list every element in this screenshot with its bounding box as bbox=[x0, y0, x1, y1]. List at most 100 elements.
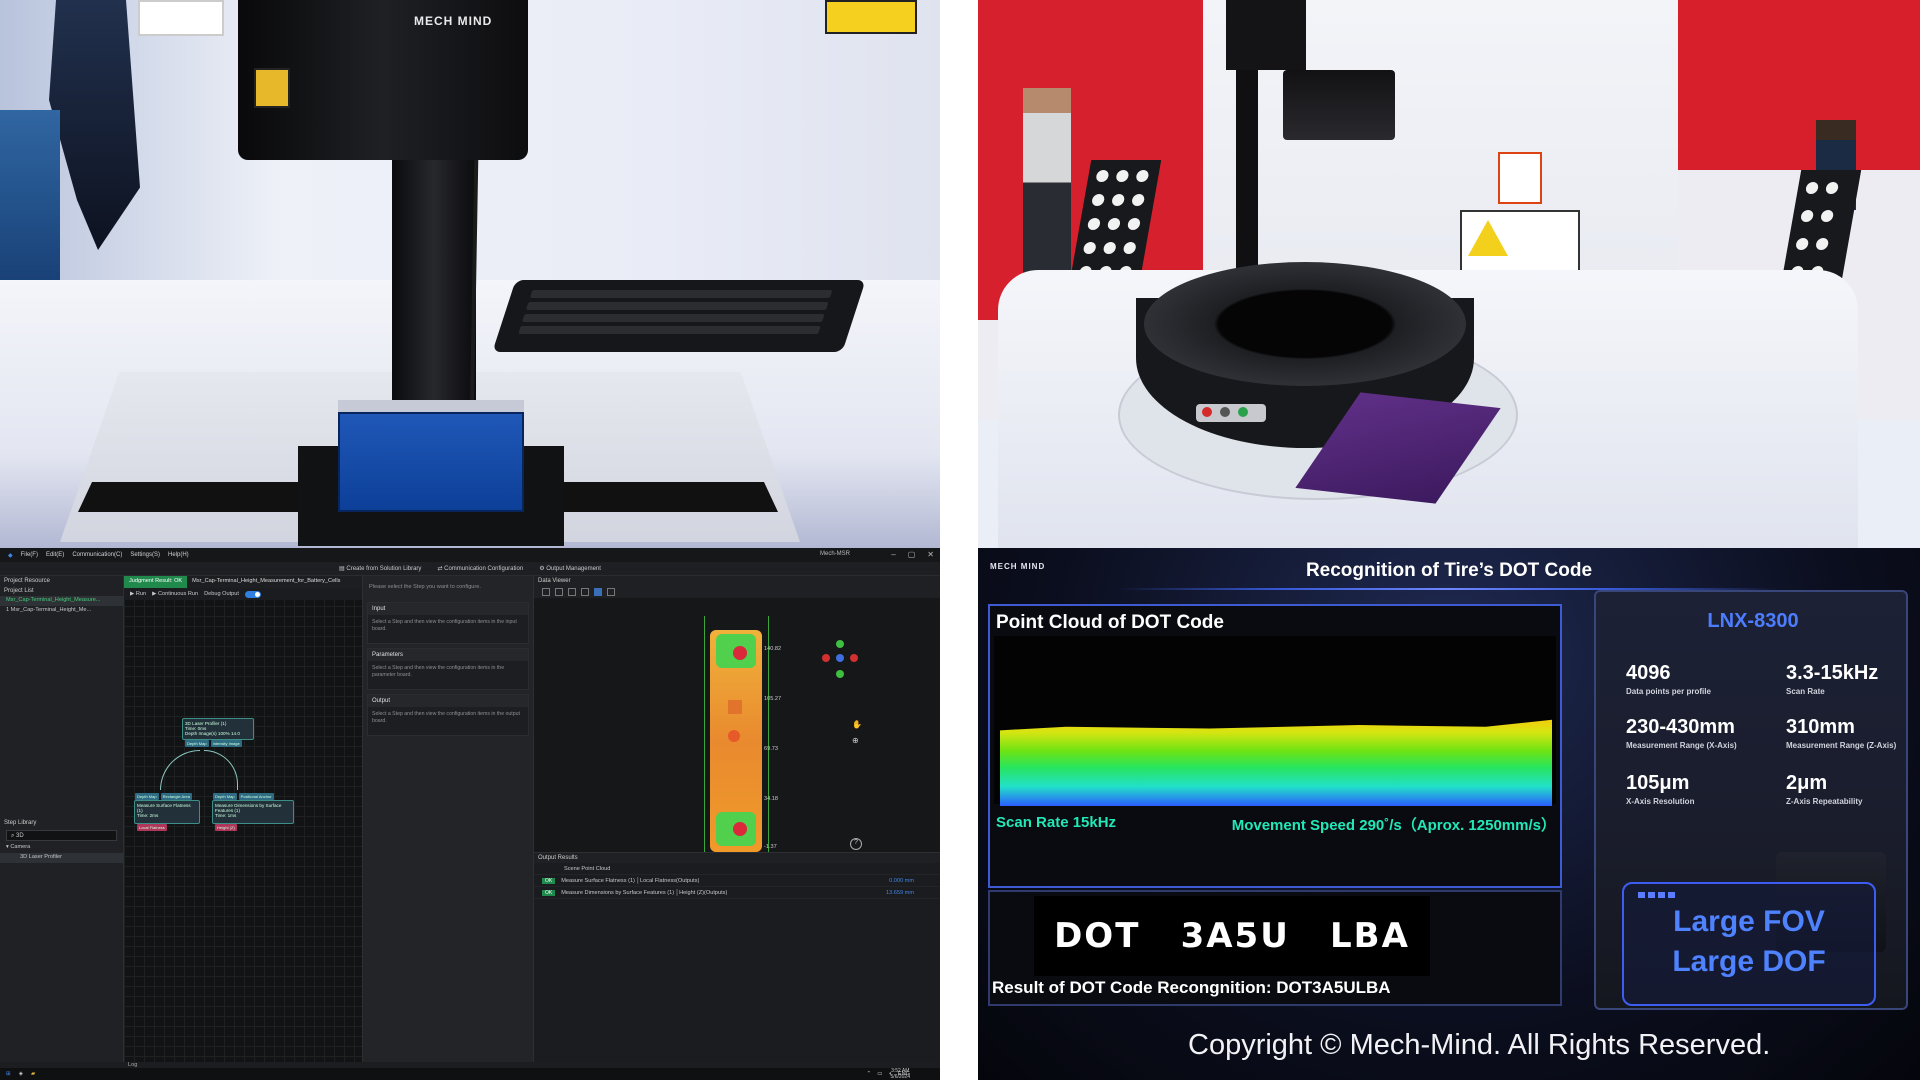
pan-hand-icon[interactable]: ✋ bbox=[852, 720, 862, 729]
point-cloud-image bbox=[994, 636, 1556, 806]
output-row-flatness[interactable]: OK Measure Surface Flatness (1) │Local F… bbox=[534, 875, 940, 887]
port-rectangle-area[interactable]: Rectangle Area bbox=[160, 793, 192, 800]
tab-judgment-result[interactable]: Judgment Result: OK bbox=[124, 576, 188, 588]
menu-communication[interactable]: Communication(C) bbox=[72, 552, 122, 558]
y-tick-3: 69.73 bbox=[764, 746, 778, 752]
port-dimension-depth[interactable]: Depth Map bbox=[213, 793, 237, 800]
zoom-icon[interactable]: ⊕ bbox=[852, 736, 859, 745]
fit-view-icon[interactable] bbox=[542, 588, 550, 596]
config-hint: Please select the Step you want to confi… bbox=[369, 584, 481, 590]
create-from-library-label: Create from Solution Library bbox=[346, 566, 422, 572]
project-child-item[interactable]: 1 Msr_Cap-Terminal_Height_Me... bbox=[0, 606, 123, 616]
canvas-tabs: Judgment Result: OK Msr_Cap-Terminal_Hei… bbox=[124, 576, 362, 588]
canvas-controls: ▶ Run ▶ Continuous Run Debug Output bbox=[124, 588, 362, 600]
output-management-label: Output Management bbox=[546, 566, 601, 572]
app-icon[interactable]: ◆ bbox=[8, 552, 13, 559]
communication-config-button[interactable]: ⇄ Communication Configuration bbox=[437, 565, 523, 572]
spec-label: Measurement Range (Z-Axis) bbox=[1786, 741, 1897, 750]
spec-label: Scan Rate bbox=[1786, 687, 1825, 696]
y-tick-4: 34.18 bbox=[764, 796, 778, 802]
badge-line-2: Large DOF bbox=[1672, 945, 1826, 978]
port-local-flatness[interactable]: Local Flatness bbox=[137, 824, 167, 831]
layout-icon[interactable] bbox=[607, 588, 615, 596]
tray-chevron-icon[interactable]: ⌃ bbox=[867, 1071, 872, 1077]
point-cloud-title: Point Cloud of DOT Code bbox=[996, 612, 1224, 633]
clock-date: 5/6/2024 bbox=[890, 1074, 910, 1080]
axis-gizmo[interactable] bbox=[822, 640, 862, 680]
continuous-run-button[interactable]: ▶ Continuous Run bbox=[152, 591, 198, 597]
node-measure-dimensions[interactable]: Depth Map Positional Anchor Measure Dime… bbox=[212, 793, 294, 831]
toolbar: ▤ Create from Solution Library ⇄ Communi… bbox=[0, 562, 940, 576]
spec-panel: LNX-8300 4096 Data points per profile 3.… bbox=[1594, 590, 1908, 1010]
debug-output-toggle[interactable] bbox=[244, 590, 261, 598]
output-row-value: 13.659 mm bbox=[886, 889, 914, 896]
depth-view-icon[interactable] bbox=[568, 588, 576, 596]
port-depth-map[interactable]: Depth Map bbox=[185, 740, 209, 747]
grid-view-icon[interactable] bbox=[581, 588, 589, 596]
camera-category-label: Camera bbox=[10, 844, 31, 850]
node-flatness-time: Time: 2ms bbox=[137, 813, 159, 818]
windows-start-icon[interactable]: ⊞ bbox=[6, 1071, 11, 1077]
output-results-panel: Output Results Scene Point Cloud OK Meas… bbox=[534, 852, 940, 1062]
photo-laser-warning-sign bbox=[1460, 210, 1580, 272]
run-button[interactable]: ▶ Run bbox=[130, 591, 146, 597]
photo-control-buttons bbox=[1196, 404, 1266, 422]
spec-z-repeatability: 2μm Z-Axis Repeatability bbox=[1786, 772, 1862, 806]
viewer-toolbar bbox=[534, 586, 940, 598]
taskbar-app-icon[interactable]: ◈ bbox=[19, 1071, 23, 1077]
scan-rate-label: Scan Rate 15kHz bbox=[996, 814, 1117, 831]
config-parameters-body: Select a Step and then view the configur… bbox=[372, 665, 505, 678]
file-explorer-icon[interactable]: ▰ bbox=[31, 1071, 35, 1077]
output-row-height[interactable]: OK Measure Dimensions by Surface Feature… bbox=[534, 887, 940, 899]
scene-point-cloud-row[interactable]: Scene Point Cloud bbox=[534, 863, 940, 875]
camera-category[interactable]: ▾ Camera bbox=[0, 843, 123, 853]
data-viewer[interactable]: Data Viewer 140.82 105.27 69.73 34.18 -1… bbox=[534, 576, 940, 852]
menu-edit[interactable]: Edit(E) bbox=[46, 552, 64, 558]
minimize-button[interactable]: – bbox=[891, 550, 895, 559]
config-input-section: Input Select a Step and then view the co… bbox=[367, 602, 529, 644]
step-search-input[interactable]: ⌕ 3D bbox=[6, 830, 117, 841]
node-3d-laser-profiler[interactable]: 3D Laser Profiler (1) Time: 0ms Depth Im… bbox=[182, 718, 254, 747]
port-intensity-image[interactable]: Intensity Image bbox=[210, 740, 242, 747]
project-root-item[interactable]: Msr_Cap-Terminal_Height_Measure... bbox=[0, 596, 123, 606]
copyright-notice: Copyright © Mech-Mind. All Rights Reserv… bbox=[1188, 1029, 1771, 1061]
network-icon[interactable]: ▭ bbox=[877, 1071, 882, 1077]
photo-laser-camera bbox=[1283, 70, 1395, 140]
movement-speed-label: Movement Speed 290˚/s（Aprox. 1250mm/s） bbox=[1231, 817, 1556, 834]
menu-settings[interactable]: Settings(S) bbox=[130, 552, 160, 558]
debug-output-label: Debug Output bbox=[204, 591, 239, 597]
port-flatness-depth[interactable]: Depth Map bbox=[135, 793, 159, 800]
dot-token-2: 3A5U bbox=[1180, 916, 1290, 956]
menu-help[interactable]: Help(H) bbox=[168, 552, 189, 558]
config-output-title[interactable]: Output bbox=[368, 695, 528, 707]
help-icon[interactable]: ? bbox=[850, 838, 862, 850]
config-parameters-section: Parameters Select a Step and then view t… bbox=[367, 648, 529, 690]
window-controls: – ▢ ✕ bbox=[891, 550, 934, 559]
create-from-library-button[interactable]: ▤ Create from Solution Library bbox=[339, 565, 421, 572]
model-name: LNX-8300 bbox=[1707, 610, 1799, 632]
port-positional-anchor[interactable]: Positional Anchor bbox=[238, 793, 274, 800]
step-3d-laser-profiler[interactable]: 3D Laser Profiler bbox=[0, 853, 123, 863]
project-list-header: Project List bbox=[4, 588, 34, 594]
photo-do-not-touch-sign bbox=[1498, 152, 1542, 204]
config-input-title[interactable]: Input bbox=[368, 603, 528, 615]
fov-dof-badge: Large FOV Large DOF bbox=[1622, 882, 1876, 1006]
node-dimension-time: Time: 1ms bbox=[215, 813, 237, 818]
maximize-button[interactable]: ▢ bbox=[908, 550, 916, 559]
tab-project[interactable]: Msr_Cap-Terminal_Height_Measurement_for_… bbox=[187, 576, 345, 588]
graphical-programming-canvas[interactable]: Judgment Result: OK Msr_Cap-Terminal_Hei… bbox=[124, 576, 362, 1062]
photo-keyboard bbox=[492, 280, 866, 352]
photo-column bbox=[392, 120, 476, 420]
menu-file[interactable]: File(F) bbox=[21, 552, 38, 558]
config-parameters-title[interactable]: Parameters bbox=[368, 649, 528, 661]
point-cloud-view-icon[interactable] bbox=[594, 588, 602, 596]
output-management-button[interactable]: ⚙ Output Management bbox=[539, 565, 601, 572]
image-view-icon[interactable] bbox=[555, 588, 563, 596]
close-button[interactable]: ✕ bbox=[927, 550, 934, 559]
port-height-z[interactable]: Height (Z) bbox=[215, 824, 237, 831]
photo-red-wall-right bbox=[1668, 0, 1920, 170]
taskbar-clock[interactable]: 3:52 AM 5/6/2024 bbox=[891, 1068, 910, 1080]
slide-title: Recognition of Tire’s DOT Code bbox=[1305, 560, 1593, 581]
photo-tire-scanning-station bbox=[978, 0, 1920, 548]
node-measure-surface-flatness[interactable]: Depth Map Rectangle Area Measure Surface… bbox=[134, 793, 200, 831]
